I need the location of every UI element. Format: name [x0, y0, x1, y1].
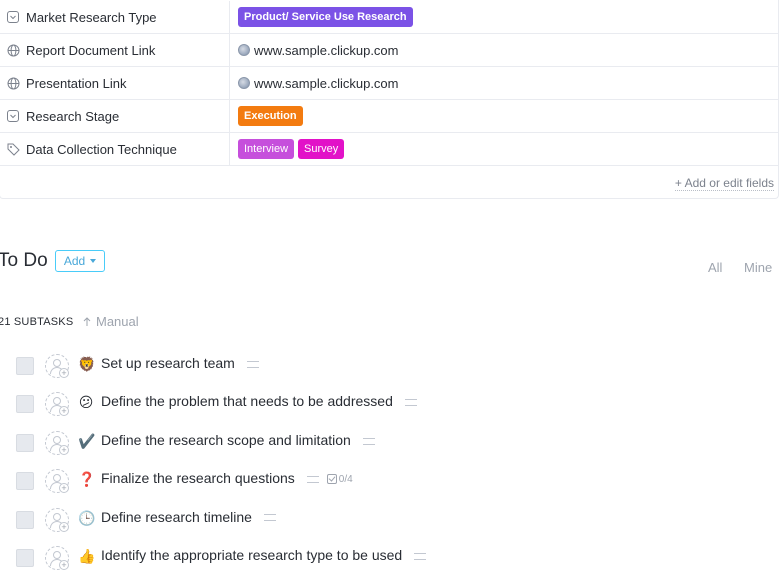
subtask-name[interactable]: Define the research scope and limitation [101, 432, 375, 448]
field-tag[interactable]: Product/ Service Use Research [238, 7, 413, 27]
globe-icon [238, 77, 250, 89]
checklist-icon [326, 474, 337, 485]
subtask-name[interactable]: Finalize the research questions 0/4 [101, 470, 353, 486]
add-button-label: Add [63, 254, 86, 268]
subtask-checkbox[interactable] [16, 549, 34, 567]
assign-user-icon[interactable]: + [45, 354, 69, 378]
subtask-checkbox[interactable] [16, 395, 34, 414]
assign-user-icon[interactable]: + [45, 507, 69, 532]
subtask-row[interactable]: + 👍 Identify the appropriate research type… [0, 545, 783, 575]
assign-user-icon[interactable]: + [45, 546, 69, 570]
assign-user-icon[interactable]: + [45, 430, 69, 455]
link-text: www.sample.clickup.com [254, 75, 399, 91]
arrow-up-icon [83, 316, 91, 326]
subtask-name[interactable]: Set up research team [101, 355, 259, 371]
field-label: Research Stage [26, 108, 120, 124]
add-task-button[interactable]: Add [55, 250, 105, 272]
field-value[interactable]: Execution [238, 100, 303, 132]
subtask-checkbox[interactable] [16, 357, 34, 375]
subtask-row[interactable]: + 🕒 Define research timeline [0, 507, 783, 537]
status-group-title: To Do [0, 250, 48, 271]
plus-icon: + [59, 406, 69, 417]
dropdown-icon [6, 10, 20, 24]
globe-icon [238, 44, 250, 56]
description-icon [404, 399, 417, 407]
field-tag[interactable]: Interview [238, 139, 295, 159]
field-tag[interactable]: Survey [298, 139, 345, 159]
task-emoji-icon: 🕒 [78, 509, 96, 526]
task-emoji-icon: ❓ [78, 471, 96, 488]
plus-icon: + [59, 560, 69, 570]
field-label: Market Research Type [26, 9, 157, 25]
field-value[interactable]: www.sample.clickup.com [238, 34, 399, 66]
subtask-count: 21 SUBTASKS [0, 316, 74, 328]
field-value[interactable]: Interview Survey [238, 133, 345, 165]
field-name: Market Research Type [0, 1, 230, 33]
filter-all[interactable]: All [708, 260, 722, 275]
description-icon [362, 437, 375, 445]
field-row: Research Stage Execution [0, 100, 779, 133]
custom-fields-panel: Market Research Type Product/ Service Use… [0, 0, 779, 199]
field-name: Data Collection Technique [0, 133, 230, 165]
plus-icon: + [59, 444, 69, 455]
globe-icon [6, 76, 20, 90]
subtask-name-text: Finalize the research questions [101, 470, 295, 487]
subtask-name-text: Define research timeline [101, 508, 252, 525]
subtask-name-text: Define the research scope and limitation [101, 431, 351, 448]
plus-icon: + [59, 483, 69, 494]
subtask-name-text: Identify the appropriate research type t… [101, 547, 403, 563]
field-link[interactable]: www.sample.clickup.com [238, 43, 399, 58]
description-icon [246, 360, 259, 368]
field-row: Market Research Type Product/ Service Use… [0, 1, 779, 34]
subtask-name[interactable]: Define the problem that needs to be addr… [101, 393, 417, 409]
subtask-checkbox[interactable] [16, 510, 34, 529]
subtask-name-text: Set up research team [101, 355, 235, 371]
task-emoji-icon: 👍 [78, 548, 96, 564]
link-text: www.sample.clickup.com [254, 42, 399, 58]
task-emoji-icon: 🦁 [78, 356, 96, 372]
field-name: Presentation Link [0, 67, 230, 99]
plus-icon: + [59, 521, 69, 532]
subtask-row[interactable]: + ✔️ Define the research scope and limitat… [0, 430, 783, 460]
assign-user-icon[interactable]: + [45, 392, 69, 417]
field-name: Research Stage [0, 100, 230, 132]
sort-label: Manual [96, 314, 139, 329]
field-label: Data Collection Technique [26, 141, 177, 157]
chevron-down-icon [90, 259, 97, 263]
subtask-name[interactable]: Identify the appropriate research type t… [101, 547, 427, 563]
field-name: Report Document Link [0, 34, 230, 66]
sort-manual[interactable]: Manual [83, 314, 139, 329]
subtask-checkbox[interactable] [16, 433, 34, 452]
globe-icon [6, 43, 20, 57]
field-value[interactable]: www.sample.clickup.com [238, 67, 399, 99]
subtask-checkbox[interactable] [16, 472, 34, 491]
subtask-name-text: Define the problem that needs to be addr… [101, 393, 393, 410]
subtask-name[interactable]: Define research timeline [101, 509, 276, 525]
tag-icon [6, 142, 20, 156]
field-label: Report Document Link [26, 42, 156, 58]
field-row: Presentation Link www.sample.clickup.com [0, 67, 779, 100]
subtask-row[interactable]: + ❓ Finalize the research questions 0/4 [0, 468, 783, 498]
field-link[interactable]: www.sample.clickup.com [238, 76, 399, 91]
description-icon [414, 552, 427, 560]
assign-user-icon[interactable]: + [45, 469, 69, 494]
checklist-count: 0/4 [338, 473, 353, 485]
field-row: Report Document Link www.sample.clickup.c… [0, 34, 779, 67]
description-icon [263, 514, 276, 522]
field-tag[interactable]: Execution [238, 106, 303, 126]
add-edit-fields-link[interactable]: + Add or edit fields [674, 177, 774, 191]
description-icon [306, 475, 319, 483]
dropdown-icon [6, 109, 20, 123]
subtask-row[interactable]: + 🦁 Set up research team [0, 353, 783, 383]
subtask-row[interactable]: + 😕 Define the problem that needs to be ad… [0, 391, 783, 421]
filter-mine[interactable]: Mine [744, 260, 772, 275]
task-emoji-icon: ✔️ [78, 432, 96, 449]
field-label: Presentation Link [26, 75, 127, 91]
plus-icon: + [59, 368, 69, 378]
task-emoji-icon: 😕 [78, 394, 94, 411]
checklist-badge[interactable]: 0/4 [326, 473, 353, 485]
field-row: Data Collection Technique Interview Survey [0, 133, 779, 166]
field-value[interactable]: Product/ Service Use Research [238, 1, 413, 33]
